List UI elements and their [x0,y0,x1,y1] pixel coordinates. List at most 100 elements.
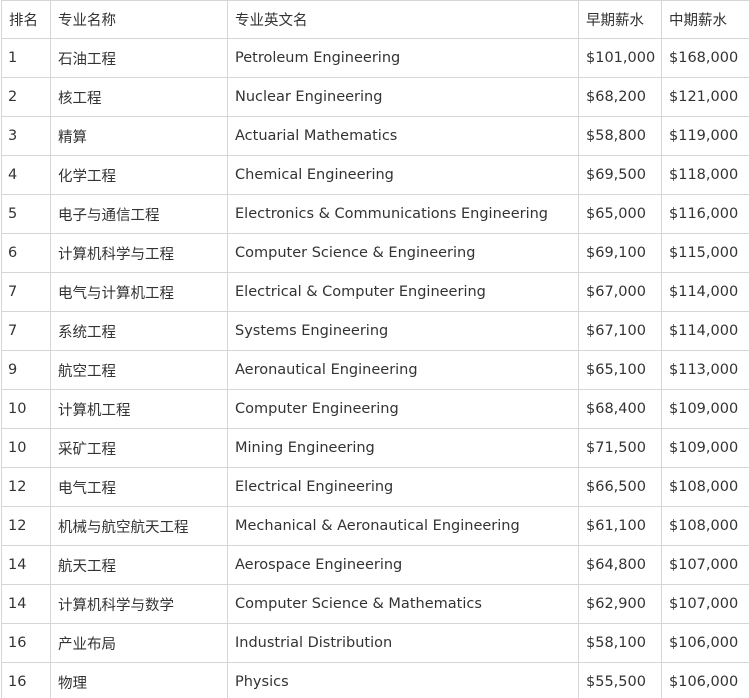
cell-mid-salary: $116,000 [661,194,750,234]
cell-early-salary: $61,100 [578,506,662,546]
cell-major-cn: 计算机科学与工程 [50,233,228,273]
cell-early-salary: $58,800 [578,116,662,156]
cell-mid-salary: $115,000 [661,233,750,273]
cell-early-salary: $67,000 [578,272,662,312]
cell-early-salary: $64,800 [578,545,662,585]
cell-major-en: Nuclear Engineering [227,77,579,117]
table-row: 14 计算机科学与数学 Computer Science & Mathematics… [1,584,750,624]
cell-early-salary: $58,100 [578,623,662,663]
table-row: 16 物理 Physics $55,500 $106,000 [1,662,750,698]
cell-rank: 6 [1,233,51,273]
salary-table-container: 排名 专业名称 专业英文名 早期薪水 中期薪水 1 石油工程 Petroleum E… [0,0,750,698]
cell-rank: 9 [1,350,51,390]
cell-major-cn: 电气工程 [50,467,228,507]
cell-major-cn: 航空工程 [50,350,228,390]
table-row: 16 产业布局 Industrial Distribution $58,100 $106… [1,623,750,663]
cell-rank: 10 [1,428,51,468]
salary-ranking-table: 排名 专业名称 专业英文名 早期薪水 中期薪水 1 石油工程 Petroleum E… [1,0,750,698]
header-mid-salary: 中期薪水 [661,0,750,39]
cell-major-cn: 精算 [50,116,228,156]
cell-rank: 16 [1,662,51,698]
table-row: 4 化学工程 Chemical Engineering $69,500 $118,000 [1,155,750,195]
header-major-cn: 专业名称 [50,0,228,39]
table-row: 7 电气与计算机工程 Electrical & Computer Engineeri… [1,272,750,312]
cell-mid-salary: $168,000 [661,38,750,78]
cell-mid-salary: $109,000 [661,428,750,468]
table-row: 10 计算机工程 Computer Engineering $68,400 $109,0… [1,389,750,429]
cell-mid-salary: $118,000 [661,155,750,195]
header-rank: 排名 [1,0,51,39]
table-row: 3 精算 Actuarial Mathematics $58,800 $119,000 [1,116,750,156]
cell-early-salary: $71,500 [578,428,662,468]
cell-major-en: Petroleum Engineering [227,38,579,78]
cell-major-en: Mining Engineering [227,428,579,468]
cell-major-cn: 计算机科学与数学 [50,584,228,624]
cell-mid-salary: $121,000 [661,77,750,117]
cell-rank: 4 [1,155,51,195]
table-row: 14 航天工程 Aerospace Engineering $64,800 $107,0… [1,545,750,585]
cell-major-en: Mechanical & Aeronautical Engineering [227,506,579,546]
cell-major-cn: 物理 [50,662,228,698]
cell-mid-salary: $114,000 [661,272,750,312]
cell-major-cn: 系统工程 [50,311,228,351]
cell-mid-salary: $107,000 [661,584,750,624]
cell-major-en: Computer Science & Mathematics [227,584,579,624]
cell-mid-salary: $109,000 [661,389,750,429]
cell-major-cn: 计算机工程 [50,389,228,429]
table-row: 12 机械与航空航天工程 Mechanical & Aeronautical Eng… [1,506,750,546]
cell-major-en: Aerospace Engineering [227,545,579,585]
cell-major-en: Chemical Engineering [227,155,579,195]
cell-mid-salary: $108,000 [661,506,750,546]
cell-early-salary: $66,500 [578,467,662,507]
cell-major-cn: 核工程 [50,77,228,117]
cell-major-cn: 航天工程 [50,545,228,585]
cell-major-en: Actuarial Mathematics [227,116,579,156]
cell-mid-salary: $113,000 [661,350,750,390]
cell-rank: 12 [1,506,51,546]
header-early-salary: 早期薪水 [578,0,662,39]
cell-early-salary: $62,900 [578,584,662,624]
table-row: 6 计算机科学与工程 Computer Science & Engineering $… [1,233,750,273]
cell-rank: 7 [1,272,51,312]
cell-major-en: Computer Engineering [227,389,579,429]
cell-major-cn: 石油工程 [50,38,228,78]
cell-mid-salary: $106,000 [661,662,750,698]
table-row: 5 电子与通信工程 Electronics & Communications Eng… [1,194,750,234]
cell-early-salary: $67,100 [578,311,662,351]
cell-major-en: Computer Science & Engineering [227,233,579,273]
cell-rank: 16 [1,623,51,663]
cell-rank: 12 [1,467,51,507]
table-row: 12 电气工程 Electrical Engineering $66,500 $108,… [1,467,750,507]
cell-early-salary: $55,500 [578,662,662,698]
cell-major-en: Physics [227,662,579,698]
table-body: 1 石油工程 Petroleum Engineering $101,000 $168,0… [1,38,750,698]
cell-early-salary: $65,000 [578,194,662,234]
cell-major-cn: 机械与航空航天工程 [50,506,228,546]
table-row: 1 石油工程 Petroleum Engineering $101,000 $168,0… [1,38,750,78]
cell-rank: 14 [1,584,51,624]
cell-major-en: Aeronautical Engineering [227,350,579,390]
cell-early-salary: $65,100 [578,350,662,390]
cell-major-en: Electronics & Communications Engineering [227,194,579,234]
cell-rank: 1 [1,38,51,78]
cell-early-salary: $101,000 [578,38,662,78]
cell-major-en: Electrical Engineering [227,467,579,507]
cell-early-salary: $68,400 [578,389,662,429]
cell-rank: 5 [1,194,51,234]
cell-rank: 14 [1,545,51,585]
cell-mid-salary: $119,000 [661,116,750,156]
table-row: 2 核工程 Nuclear Engineering $68,200 $121,000 [1,77,750,117]
cell-major-en: Systems Engineering [227,311,579,351]
table-row: 9 航空工程 Aeronautical Engineering $65,100 $113… [1,350,750,390]
cell-rank: 10 [1,389,51,429]
cell-mid-salary: $114,000 [661,311,750,351]
cell-major-cn: 电气与计算机工程 [50,272,228,312]
cell-mid-salary: $106,000 [661,623,750,663]
table-row: 7 系统工程 Systems Engineering $67,100 $114,000 [1,311,750,351]
cell-early-salary: $69,100 [578,233,662,273]
cell-mid-salary: $107,000 [661,545,750,585]
cell-major-cn: 采矿工程 [50,428,228,468]
cell-rank: 3 [1,116,51,156]
cell-major-en: Electrical & Computer Engineering [227,272,579,312]
cell-major-en: Industrial Distribution [227,623,579,663]
